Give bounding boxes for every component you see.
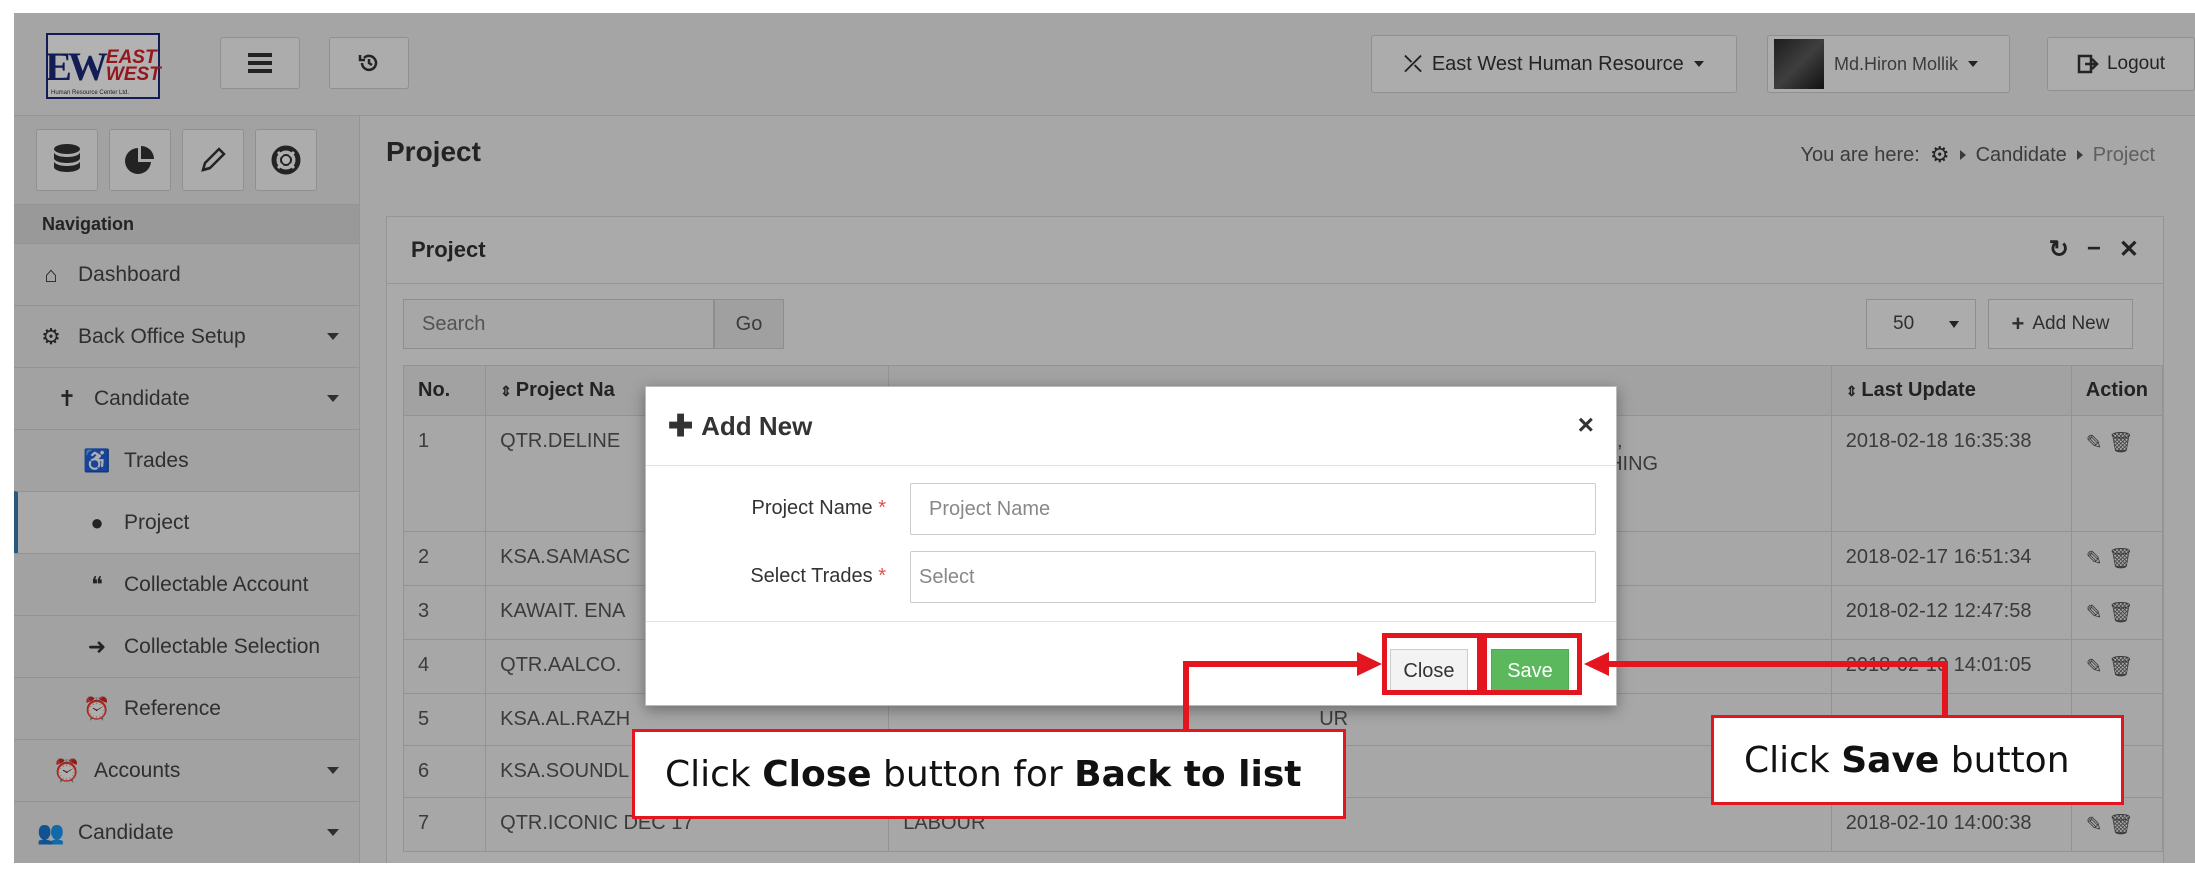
- close-arrowhead: [1357, 652, 1382, 676]
- callout-text-part: Click: [665, 753, 763, 795]
- save-arrowhead: [1584, 652, 1609, 676]
- callout-bold-text: Save: [1841, 739, 1940, 781]
- callout-text: Click Save button: [1744, 740, 2070, 781]
- callout-text: Click Close button for Back to list: [665, 754, 1302, 795]
- callout-text-part: Click: [1744, 739, 1842, 781]
- callout-bold-text: Back to list: [1074, 753, 1302, 795]
- callout-text-part: button for: [871, 753, 1075, 795]
- app-window: EW EAST WEST Human Resource Center Ltd. ⤫…: [14, 13, 2195, 863]
- callout-text-part: button: [1939, 739, 2070, 781]
- close-arrow-line: [1183, 661, 1362, 729]
- close-callout: Click Close button for Back to list: [632, 729, 1346, 819]
- callout-bold-text: Close: [762, 753, 872, 795]
- save-callout: Click Save button: [1711, 715, 2124, 805]
